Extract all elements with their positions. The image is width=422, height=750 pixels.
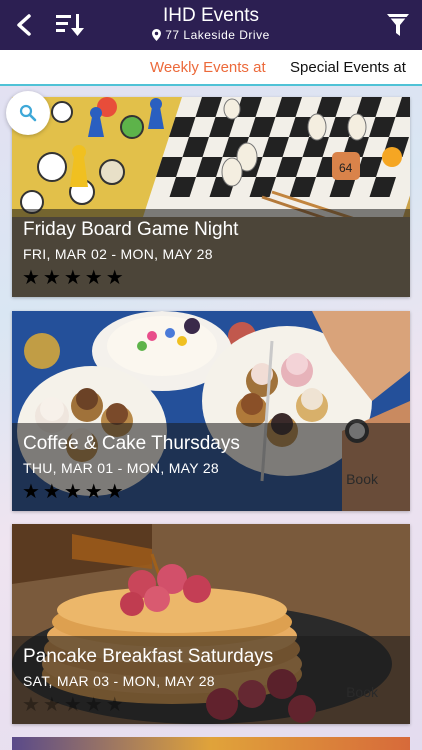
- app-header: IHD Events 77 Lakeside Drive: [0, 0, 422, 50]
- event-card-coffee-cake[interactable]: Coffee & Cake Thursdays THU, MAR 01 - MO…: [12, 311, 410, 511]
- star-rating: ★★★★★: [22, 481, 127, 503]
- location-subtitle: 77 Lakeside Drive: [110, 27, 312, 43]
- next-event-card-peek[interactable]: [12, 737, 410, 750]
- sort-down-icon: [56, 14, 84, 36]
- tab-special-events[interactable]: Special Events at: [290, 59, 406, 76]
- page-title: IHD Events: [162, 5, 260, 26]
- star-rating: ★★★★★: [22, 267, 127, 289]
- sort-button[interactable]: [54, 9, 86, 41]
- book-button[interactable]: Book: [346, 684, 378, 700]
- event-dates: FRI, MAR 02 - MON, MAY 28: [23, 246, 213, 262]
- search-button[interactable]: [6, 91, 50, 135]
- svg-text:64: 64: [339, 161, 353, 175]
- event-dates: SAT, MAR 03 - MON, MAY 28: [23, 673, 215, 689]
- header-title-block: IHD Events 77 Lakeside Drive: [110, 5, 312, 43]
- location-text: 77 Lakeside Drive: [165, 28, 270, 42]
- book-button[interactable]: Book: [346, 471, 378, 487]
- event-title: Friday Board Game Night: [23, 219, 239, 240]
- event-card-board-game-night[interactable]: 64 Friday Board Game Night FRI, MAR 02 -…: [12, 97, 410, 297]
- tab-weekly-events[interactable]: Weekly Events at: [150, 59, 266, 76]
- filter-funnel-icon: [387, 14, 409, 36]
- event-card-pancake-breakfast[interactable]: Pancake Breakfast Saturdays SAT, MAR 03 …: [12, 524, 410, 724]
- back-button[interactable]: [8, 9, 40, 41]
- back-arrow-icon: [17, 14, 31, 36]
- event-title: Pancake Breakfast Saturdays: [23, 646, 274, 667]
- filter-button[interactable]: [382, 9, 414, 41]
- event-tabs: Weekly Events at Special Events at: [0, 50, 422, 86]
- search-icon: [19, 104, 37, 122]
- location-pin-icon: [152, 29, 162, 41]
- event-title: Coffee & Cake Thursdays: [23, 433, 240, 454]
- star-rating: ★★★★★: [22, 694, 127, 716]
- event-dates: THU, MAR 01 - MON, MAY 28: [23, 460, 220, 476]
